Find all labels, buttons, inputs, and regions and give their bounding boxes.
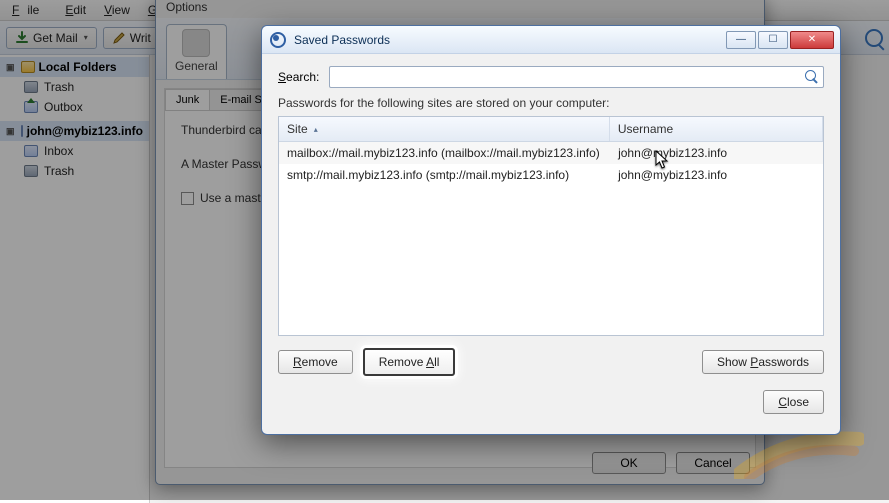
cell-site: mailbox://mail.mybiz123.info (mailbox://… [279,142,610,164]
folder-inbox[interactable]: Inbox [0,141,149,161]
trash-icon [24,165,38,177]
passwords-table: Site ▴ Username mailbox://mail.mybiz123.… [278,116,824,336]
cancel-button[interactable]: Cancel [676,452,750,474]
trash-icon [24,81,38,93]
column-header-site[interactable]: Site ▴ [279,117,610,141]
mouse-cursor-icon [655,150,669,170]
search-input-wrapper [329,66,824,88]
options-tab-general[interactable]: General [166,24,227,79]
local-folders-label: Local Folders [39,60,117,74]
folder-trash-2[interactable]: Trash [0,161,149,181]
write-label: Writ [130,31,151,45]
checkbox-icon [181,192,194,205]
cell-site: smtp://mail.mybiz123.info (smtp://mail.m… [279,164,610,186]
dialog-description: Passwords for the following sites are st… [278,96,824,110]
remove-all-button[interactable]: Remove All [363,348,456,376]
chevron-down-icon: ▣ [6,126,15,137]
menu-view[interactable]: View [96,1,138,19]
folder-label: Trash [44,164,74,178]
column-label: Site [287,122,308,136]
dropdown-caret-icon: ▾ [84,33,88,42]
account-label: john@mybiz123.info [27,124,143,138]
cell-username: john@mybiz123.info [610,142,823,164]
table-row[interactable]: smtp://mail.mybiz123.info (smtp://mail.m… [279,164,823,186]
options-title: Options [156,0,764,18]
checkbox-label: Use a maste [200,191,267,205]
get-mail-button[interactable]: Get Mail ▾ [6,27,97,49]
column-header-username[interactable]: Username [610,117,823,141]
folder-icon [21,61,35,73]
subtab-junk[interactable]: Junk [165,89,210,110]
show-passwords-button[interactable]: Show Passwords [702,350,824,374]
dialog-title: Saved Passwords [294,33,718,47]
switch-icon [182,29,210,57]
get-mail-label: Get Mail [33,31,78,45]
write-button[interactable]: Writ [103,27,160,49]
ok-button[interactable]: OK [592,452,666,474]
chevron-down-icon: ▣ [6,62,15,73]
remove-button[interactable]: Remove [278,350,353,374]
local-folders-header[interactable]: ▣ Local Folders [0,57,149,77]
column-label: Username [618,122,673,136]
cell-username: john@mybiz123.info [610,164,823,186]
menu-edit[interactable]: Edit [57,1,94,19]
table-row[interactable]: mailbox://mail.mybiz123.info (mailbox://… [279,142,823,164]
thunderbird-icon [270,32,286,48]
close-button[interactable]: ✕ [790,31,834,49]
folder-label: Outbox [44,100,83,114]
account-header[interactable]: ▣ john@mybiz123.info [0,121,149,141]
search-label: Search: [278,70,319,84]
sort-asc-icon: ▴ [314,125,318,134]
folder-outbox[interactable]: Outbox [0,97,149,117]
inbox-icon [24,145,38,157]
saved-passwords-dialog: Saved Passwords — ☐ ✕ Search: Passwords … [261,25,841,435]
folder-trash[interactable]: Trash [0,77,149,97]
folder-label: Inbox [44,144,73,158]
folder-sidebar: ▣ Local Folders Trash Outbox ▣ john@mybi… [0,55,150,503]
mail-icon [21,125,23,137]
minimize-button[interactable]: — [726,31,756,49]
menu-file[interactable]: File [4,1,55,19]
outbox-icon [24,101,38,113]
close-dialog-button[interactable]: Close [763,390,824,414]
download-icon [15,31,29,45]
options-tab-label: General [175,59,218,73]
folder-label: Trash [44,80,74,94]
search-icon [805,70,819,84]
dialog-titlebar[interactable]: Saved Passwords — ☐ ✕ [262,26,840,54]
search-icon[interactable] [865,29,883,47]
maximize-button[interactable]: ☐ [758,31,788,49]
pencil-icon [112,31,126,45]
search-input[interactable] [334,69,805,85]
